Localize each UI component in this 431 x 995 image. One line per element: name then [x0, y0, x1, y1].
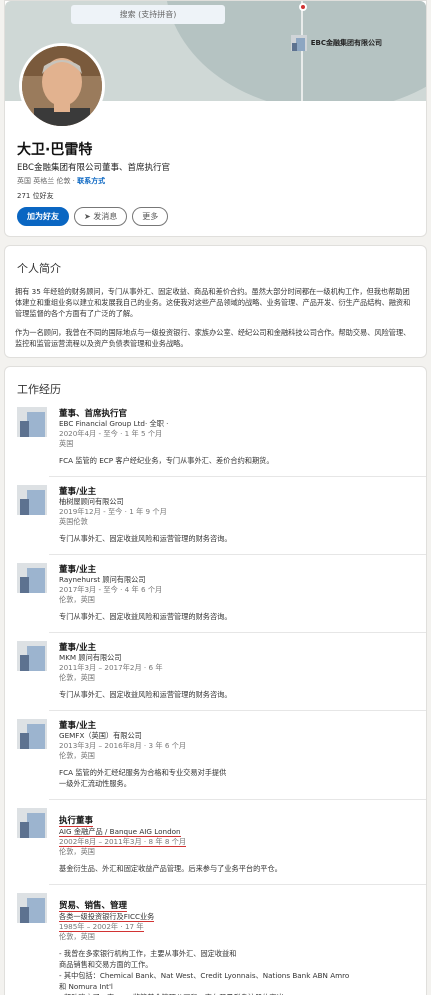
- experience-company: MKM 顾问有限公司: [59, 653, 122, 662]
- description-line: - 其中包括：Chemical Bank、Nat West、Credit Lyo…: [59, 971, 350, 980]
- divider: [49, 799, 426, 800]
- experience-description: 专门从事外汇、固定收益风险和运营管理的财务咨询。: [59, 611, 414, 622]
- company-logo: [17, 407, 47, 437]
- company-logo: [17, 641, 47, 671]
- about-title: 个人简介: [17, 262, 61, 275]
- company-logo: [17, 485, 47, 515]
- company-logo: [17, 719, 47, 749]
- add-friend-button[interactable]: 加为好友: [17, 207, 69, 226]
- experience-date: 2019年12月 - 至今 · 1 年 9 个月: [59, 507, 167, 516]
- experience-location: 伦敦，英国: [59, 932, 95, 941]
- experience-date: 2017年3月 - 至今 · 4 年 6 个月: [59, 585, 163, 594]
- experience-company: AIG 金融产品 / Banque AIG London: [59, 827, 181, 837]
- company-logo: [17, 893, 47, 923]
- experience-title: 贸易、销售、管理: [59, 901, 128, 912]
- divider: [49, 554, 426, 555]
- divider: [49, 884, 426, 885]
- experience-title: 工作经历: [17, 383, 61, 396]
- experience-description: 专门从事外汇、固定收益风险和运营管理的财务咨询。: [59, 689, 414, 700]
- divider: [49, 476, 426, 477]
- experience-date: 2020年4月 - 至今 · 1 年 5 个月: [59, 429, 163, 438]
- company-logo: [17, 808, 47, 838]
- contact-info-link[interactable]: 联系方式: [77, 177, 105, 185]
- search-input[interactable]: 搜索 (支持拼音): [71, 5, 225, 24]
- send-icon: ➤: [84, 212, 91, 221]
- experience-title: 董事/业主: [59, 487, 97, 497]
- experience-description: - 我曾在多家银行机构工作，主要从事外汇、固定收益和 商品销售和交易方面的工作。 -…: [59, 948, 414, 995]
- friends-count: 271 位好友: [17, 192, 54, 200]
- experience-item[interactable]: 董事、首席执行官 EBC Financial Group Ltd· 全职 · 202…: [5, 407, 426, 466]
- current-company-name: EBC金融集团有限公司: [310, 39, 382, 47]
- experience-description: 专门从事外汇、固定收益风险和运营管理的财务咨询。: [59, 533, 414, 544]
- description-line: 专门从事外汇、固定收益风险和运营管理的财务咨询。: [59, 612, 232, 621]
- experience-location: 伦敦，英国: [59, 847, 95, 856]
- experience-item[interactable]: 贸易、销售、管理 各类一级投资银行及FICC业务 1985年 – 2002年 · 1…: [5, 893, 426, 995]
- description-line: - 我曾在多家银行机构工作，主要从事外汇、固定收益和: [59, 949, 237, 958]
- experience-item[interactable]: 董事/业主 Raynehurst 顾问有限公司 2017年3月 - 至今 · 4 年…: [5, 563, 426, 622]
- description-line: 基金衍生品、外汇和固定收益产品管理。后来参与了业务平台的平仓。: [59, 864, 282, 873]
- divider: [49, 632, 426, 633]
- experience-description: FCA 监管的外汇经纪服务为合格和专业交易对手提供 一级外汇流动性服务。: [59, 767, 414, 789]
- experience-date: 1985年 – 2002年 · 17 年: [59, 922, 144, 932]
- description-line: 和 Nomura Int'l: [59, 982, 113, 991]
- profile-location: 英国 英格兰 伦敦 · 联系方式: [17, 177, 106, 185]
- experience-company: Raynehurst 顾问有限公司: [59, 575, 146, 584]
- experience-section: 工作经历 董事、首席执行官 EBC Financial Group Ltd· 全职…: [4, 366, 427, 995]
- description-line: 专门从事外汇、固定收益风险和运营管理的财务咨询。: [59, 690, 232, 699]
- current-company[interactable]: EBC金融集团有限公司: [290, 35, 382, 51]
- company-logo: [17, 563, 47, 593]
- experience-date: 2011年3月 – 2017年2月 · 6 年: [59, 663, 163, 672]
- company-logo: [290, 35, 307, 51]
- experience-location: 伦敦，英国: [59, 595, 95, 604]
- description-line: 一级外汇流动性服务。: [59, 779, 131, 788]
- experience-company: EBC Financial Group Ltd· 全职 ·: [59, 419, 169, 428]
- about-paragraph-1: 拥有 35 年经验的财务顾问，专门从事外汇、固定收益、商品和差价合约。虽然大部分…: [15, 287, 411, 318]
- description-line: FCA 监管的外汇经纪服务为合格和专业交易对手提供: [59, 768, 227, 777]
- description-line: 专门从事外汇、固定收益风险和运营管理的财务咨询。: [59, 534, 232, 543]
- experience-title: 执行董事: [59, 816, 94, 827]
- experience-title: 董事、首席执行官: [59, 409, 128, 419]
- about-paragraph-2: 作为一名顾问，我曾在不同的国际地点与一级投资银行、家族办公室、经纪公司和金融科技…: [15, 328, 411, 348]
- experience-title: 董事/业主: [59, 643, 97, 653]
- experience-location: 伦敦，英国: [59, 751, 95, 760]
- experience-description: 基金衍生品、外汇和固定收益产品管理。后来参与了业务平台的平仓。: [59, 863, 414, 874]
- message-button[interactable]: ➤ 发消息: [74, 207, 128, 226]
- divider: [49, 710, 426, 711]
- experience-company: 柚树屋顾问有限公司: [59, 497, 124, 506]
- experience-date: 2002年8月 – 2011年3月 · 8 年 8 个月: [59, 837, 187, 847]
- experience-date: 2013年3月 – 2016年8月 · 3 年 6 个月: [59, 741, 187, 750]
- description-line: 商品销售和交易方面的工作。: [59, 960, 153, 969]
- description-line: FCA 监管的 ECP 客户经纪业务，专门从事外汇、差价合约和期货。: [59, 456, 274, 465]
- about-section: 个人简介 拥有 35 年经验的财务顾问，专门从事外汇、固定收益、商品和差价合约。…: [4, 245, 427, 358]
- experience-item[interactable]: 执行董事 AIG 金融产品 / Banque AIG London 2002年8月 …: [5, 808, 426, 874]
- experience-item[interactable]: 董事/业主 MKM 顾问有限公司 2011年3月 – 2017年2月 · 6 年伦敦…: [5, 641, 426, 700]
- experience-location: 伦敦，英国: [59, 673, 95, 682]
- experience-title: 董事/业主: [59, 565, 97, 575]
- experience-item[interactable]: 董事/业主 柚树屋顾问有限公司 2019年12月 - 至今 · 1 年 9 个月 英国…: [5, 485, 426, 544]
- profile-name: 大卫·巴雷特: [17, 142, 93, 158]
- profile-headline: EBC金融集团有限公司董事、首席执行官: [17, 163, 170, 173]
- experience-description: FCA 监管的 ECP 客户经纪业务，专门从事外汇、差价合约和期货。: [59, 455, 414, 466]
- experience-location: 英国: [59, 439, 74, 448]
- experience-item[interactable]: 董事/业主 GEMFX（英国）有限公司 2013年3月 – 2016年8月 · 3 …: [5, 719, 426, 789]
- experience-company: 各类一级投资银行及FICC业务: [59, 912, 155, 922]
- experience-title: 董事/业主: [59, 721, 97, 731]
- experience-location: 英国伦敦: [59, 517, 88, 526]
- pin-icon: [299, 3, 307, 11]
- experience-company: GEMFX（英国）有限公司: [59, 731, 142, 740]
- profile-card: 搜索 (支持拼音) EBC金融集团有限公司 大卫·巴雷特 EBC金融集团有限公司…: [4, 0, 427, 237]
- more-button[interactable]: 更多: [132, 207, 169, 226]
